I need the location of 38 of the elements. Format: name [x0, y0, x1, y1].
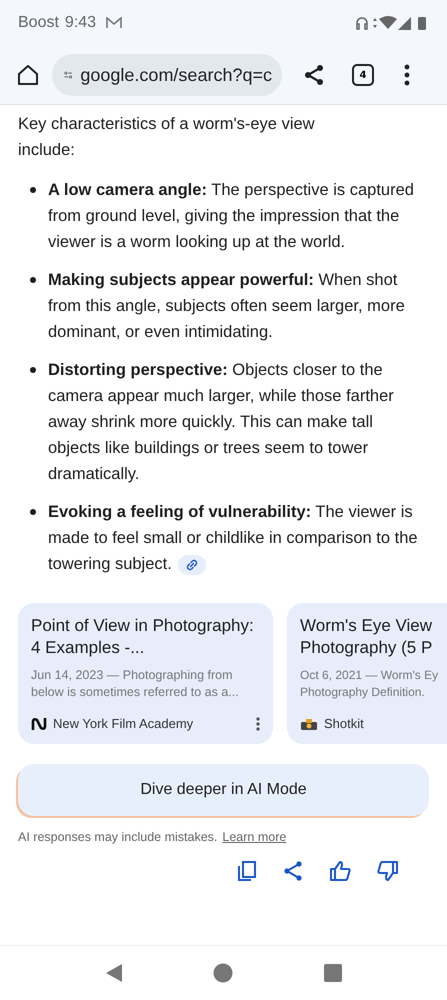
- disclaimer-text: AI responses may include mistakes.: [18, 830, 218, 844]
- source-card[interactable]: Point of View in Photography: 4 Examples -... Jun 14, 2023 — Photographing from below is sometimes referred to as a... New York Film Academy: [18, 603, 273, 744]
- clock: 9:43: [64, 14, 96, 32]
- thumbs-down-icon[interactable]: [377, 860, 399, 882]
- carrier: Boost: [18, 14, 59, 32]
- ai-mode-button[interactable]: Dive deeper in AI Mode: [18, 764, 429, 816]
- camera-icon: [300, 716, 318, 730]
- card-snippet: Oct 6, 2021 — Worm's Ey Photography Definition.: [300, 667, 440, 701]
- bullet-icon: [30, 367, 36, 373]
- home-icon[interactable]: [16, 63, 40, 87]
- card-snippet: Jun 14, 2023 — Photographing from below is sometimes referred to as a...: [31, 667, 240, 701]
- tab-count-button[interactable]: 4: [352, 64, 374, 86]
- mail-icon: [106, 17, 122, 29]
- link-chip-icon[interactable]: [178, 554, 206, 575]
- share-icon[interactable]: [283, 860, 303, 882]
- bullet-icon: [30, 277, 36, 283]
- back-icon[interactable]: [105, 963, 124, 983]
- thumbs-up-icon[interactable]: [329, 860, 351, 882]
- site-name: Shotkit: [324, 716, 364, 731]
- site-logo-icon: [31, 716, 47, 730]
- card-title: Worm's Eye View Photography (5 P: [300, 615, 434, 659]
- learn-more-link[interactable]: Learn more: [222, 830, 286, 844]
- bullet-text: Distorting perspective: Objects closer to the camera appear much larger, while those farther away shrink more quickly. This can make tall objects like buildings or trees seem to tower dramatically.: [48, 360, 395, 485]
- card-title: Point of View in Photography: 4 Examples -...: [31, 615, 255, 659]
- intro-text: Key characteristics of a worm's-eye view include:: [18, 114, 316, 161]
- copy-icon[interactable]: [237, 860, 257, 882]
- site-name: New York Film Academy: [53, 716, 194, 731]
- recents-icon[interactable]: [324, 964, 342, 982]
- share-icon[interactable]: [302, 63, 326, 87]
- bullet-text: A low camera angle: The perspective is captured from ground level, giving the impression that the viewer is a worm looking up at the world.: [48, 180, 415, 253]
- bullet-text: Evoking a feeling of vulnerability: The viewer is made to feel small or childlike in comparison to the towering subject.: [48, 502, 419, 577]
- menu-icon[interactable]: [404, 64, 410, 86]
- bullet-icon: [30, 187, 36, 193]
- source-card[interactable]: Worm's Eye View Photography (5 P Oct 6, 2021 — Worm's Ey Photography Definition. Shotkit: [287, 603, 447, 744]
- bullet-text: Making subjects appear powerful: When shot from this angle, subjects often seem larger, more dominant, or even intimidating.: [48, 270, 406, 343]
- more-icon[interactable]: [256, 716, 260, 730]
- address-bar[interactable]: google.com/search?q=c: [52, 54, 282, 96]
- bullet-icon: [30, 509, 36, 515]
